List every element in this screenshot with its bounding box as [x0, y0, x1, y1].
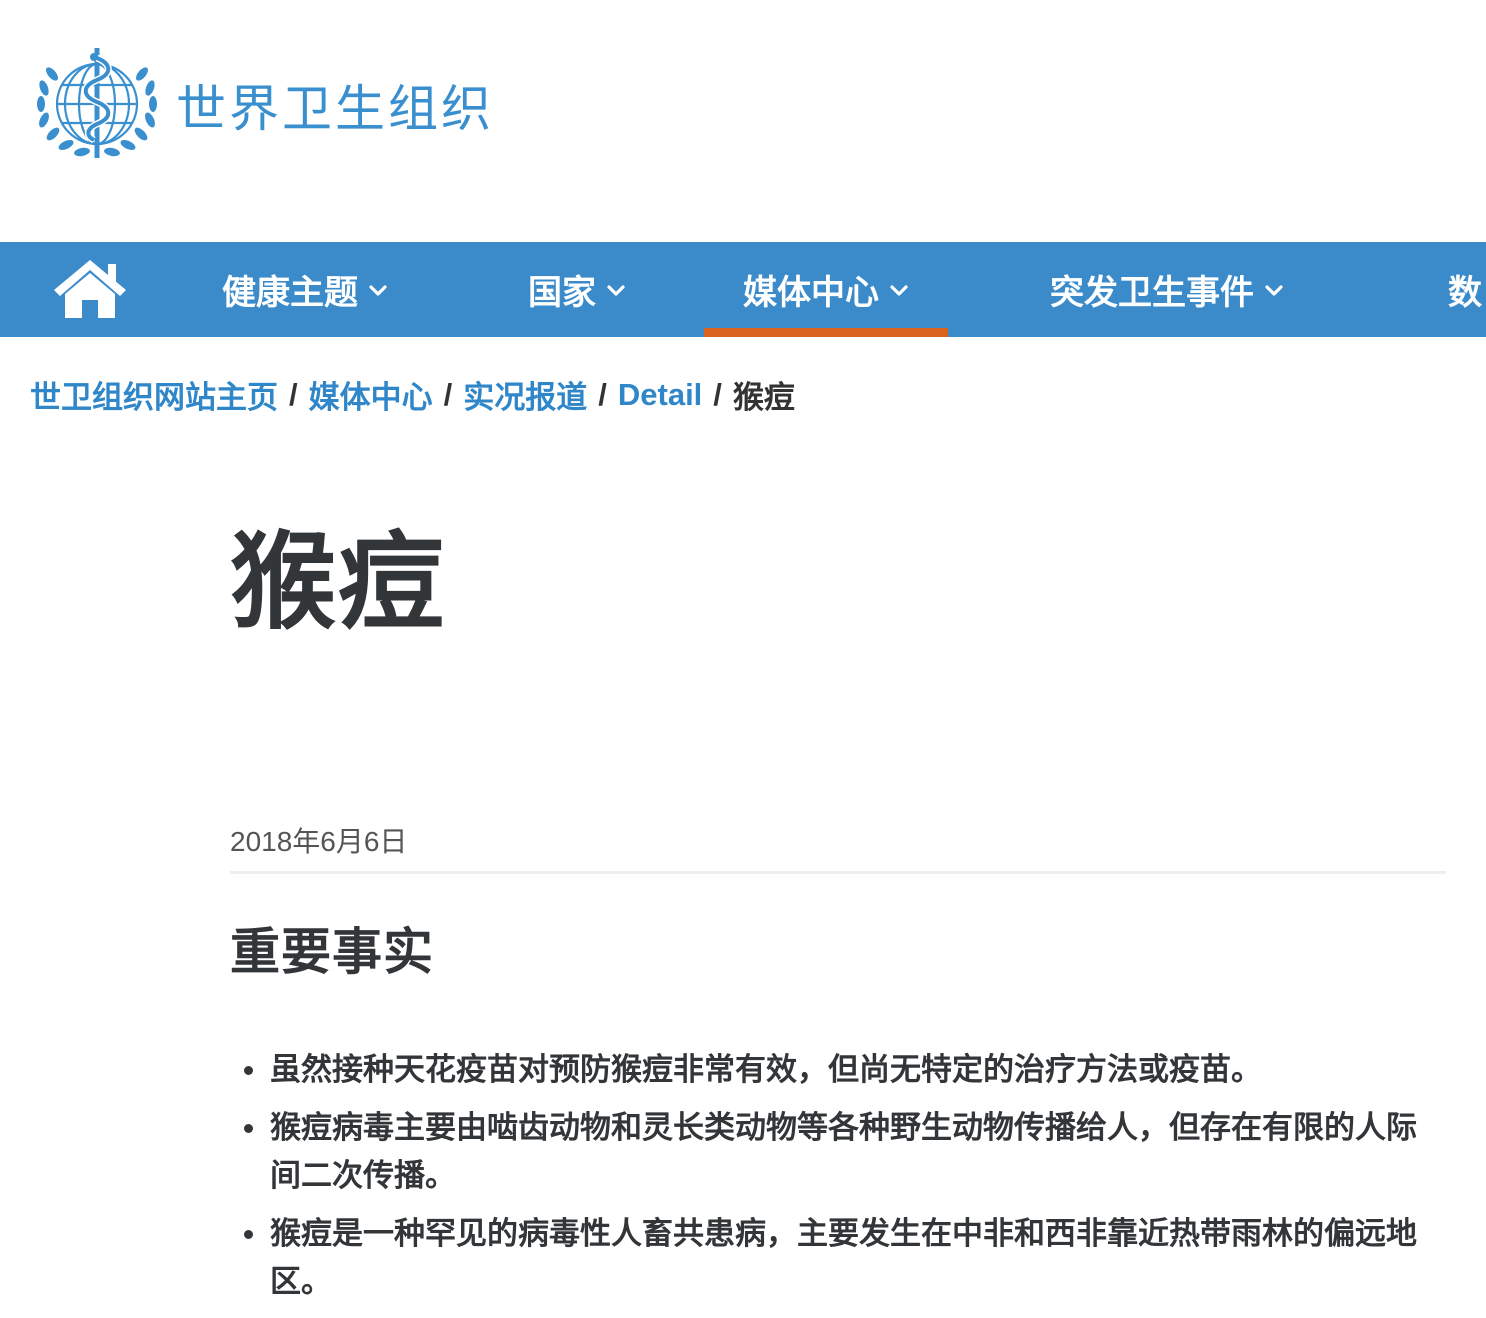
- nav-item-health-topics[interactable]: 健康主题: [222, 242, 388, 337]
- breadcrumb-separator: /: [289, 376, 298, 412]
- who-logo-link[interactable]: 世界卫生组织: [28, 44, 494, 166]
- site-header: 世界卫生组织: [0, 0, 1486, 242]
- breadcrumb: 世卫组织网站主页 / 媒体中心 / 实况报道 / Detail / 猴痘: [30, 372, 795, 417]
- breadcrumb-link-fact-sheets[interactable]: 实况报道: [463, 372, 587, 417]
- nav-item-emergencies[interactable]: 突发卫生事件: [1050, 242, 1284, 337]
- list-item: 猴痘是一种罕见的病毒性人畜共患病，主要发生在中非和西非靠近热带雨林的偏远地区。: [244, 1210, 1446, 1306]
- chevron-down-icon: [369, 284, 387, 296]
- breadcrumb-link-detail[interactable]: Detail: [618, 377, 702, 413]
- nav-item-countries[interactable]: 国家: [528, 242, 626, 337]
- who-emblem-icon: [37, 48, 157, 158]
- nav-item-data[interactable]: 数: [1448, 242, 1482, 337]
- chevron-down-icon: [1265, 284, 1283, 296]
- nav-item-label: 国家: [528, 274, 596, 312]
- nav-item-label: 突发卫生事件: [1050, 274, 1254, 312]
- nav-item-label: 健康主题: [222, 274, 358, 312]
- breadcrumb-current: 猴痘: [732, 380, 795, 415]
- chevron-down-icon: [890, 284, 908, 296]
- breadcrumb-separator: /: [443, 376, 453, 412]
- key-facts-list: 虽然接种天花疫苗对预防猴痘非常有效，但尚无特定的治疗方法或疫苗。 猴痘病毒主要由…: [230, 1046, 1446, 1316]
- breadcrumb-separator: /: [598, 376, 607, 412]
- main-navbar: 健康主题 国家 媒体中心 突发卫生事件 数: [0, 242, 1486, 337]
- list-item: 猴痘病毒主要由啮齿动物和灵长类动物等各种野生动物传播给人，但存在有限的人际间二次…: [244, 1104, 1446, 1200]
- chevron-down-icon: [607, 284, 625, 296]
- divider: [230, 871, 1446, 874]
- nav-item-label: 数: [1448, 274, 1482, 312]
- who-logo-text: 世界卫生组织: [176, 81, 494, 137]
- publication-date: 2018年6月6日: [230, 826, 408, 857]
- nav-item-label: 媒体中心: [743, 274, 879, 312]
- key-facts-heading: 重要事实: [230, 924, 434, 980]
- nav-item-media-centre[interactable]: 媒体中心: [704, 242, 948, 337]
- breadcrumb-link-media-centre[interactable]: 媒体中心: [309, 372, 433, 417]
- home-icon: [54, 260, 126, 318]
- page-title: 猴痘: [230, 524, 446, 642]
- nav-home-button[interactable]: [52, 258, 128, 320]
- breadcrumb-separator: /: [713, 376, 722, 412]
- list-item: 虽然接种天花疫苗对预防猴痘非常有效，但尚无特定的治疗方法或疫苗。: [244, 1046, 1446, 1094]
- breadcrumb-link-who-home[interactable]: 世卫组织网站主页: [30, 372, 278, 417]
